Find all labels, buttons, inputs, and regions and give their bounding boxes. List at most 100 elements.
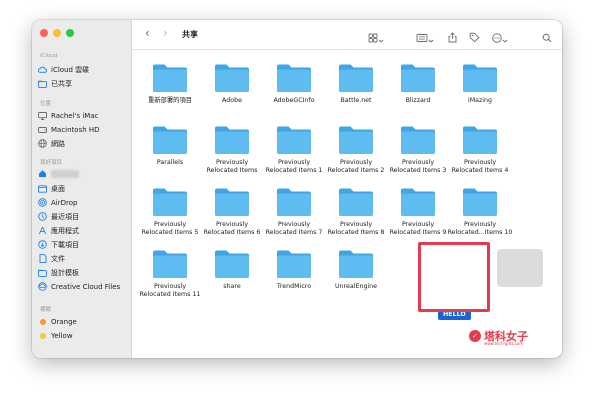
search-button[interactable] bbox=[542, 28, 552, 47]
finder-window: iCloud iCloud 雲碟 已共享 位置 Rachel's iMac Ma… bbox=[32, 20, 562, 358]
folder-item[interactable]: Previously Relocated Items 6 bbox=[201, 186, 263, 237]
sidebar-item-network[interactable]: 網路 bbox=[38, 138, 130, 149]
more-icon bbox=[492, 28, 502, 47]
folder-item[interactable]: AdobeGCInfo bbox=[263, 62, 325, 105]
minimize-button[interactable] bbox=[53, 29, 61, 37]
sidebar-item-imac[interactable]: Rachel's iMac bbox=[38, 110, 130, 121]
back-button[interactable]: ‹ bbox=[145, 26, 150, 40]
folder-label: Previously Relocated Items 2 bbox=[321, 159, 391, 175]
folder-item[interactable]: Adobe bbox=[201, 62, 263, 105]
sidebar-item-downloads[interactable]: 下載項目 bbox=[38, 239, 130, 250]
folder-label: Previously Relocated Items 5 bbox=[135, 221, 205, 237]
folder-item[interactable]: Previously Relocated Items 2 bbox=[325, 124, 387, 175]
folder-item[interactable]: Previously Relocated Items 11 bbox=[139, 248, 201, 299]
sidebar-item-macintosh-hd[interactable]: Macintosh HD bbox=[38, 124, 130, 135]
sidebar-item-home[interactable] bbox=[38, 168, 130, 179]
folder-label: Previously Relocated Items bbox=[197, 159, 267, 175]
folder-item[interactable]: 重新部署的項目 bbox=[139, 62, 201, 105]
sidebar-item-label: Yellow bbox=[51, 331, 73, 340]
folder-item[interactable]: Previously Relocated Items 9 bbox=[387, 186, 449, 237]
sidebar-item-creative-cloud[interactable]: Creative Cloud Files bbox=[38, 281, 130, 292]
disk-icon bbox=[38, 125, 47, 134]
sidebar-section-icloud: iCloud bbox=[40, 53, 58, 59]
folder-icon bbox=[463, 126, 497, 154]
sidebar-item-label: 已共享 bbox=[51, 79, 72, 88]
folder-icon bbox=[215, 188, 249, 216]
folder-label-line: Previously bbox=[153, 221, 187, 228]
folder-label-line: Relocated Items 8 bbox=[327, 229, 385, 236]
folder-label: Previously Relocated...Items 10 bbox=[445, 221, 515, 237]
sidebar-item-applications[interactable]: 應用程式 bbox=[38, 225, 130, 236]
folder-item[interactable]: Previously Relocated Items 4 bbox=[449, 124, 511, 175]
cloud-icon bbox=[38, 65, 47, 74]
share-button[interactable] bbox=[448, 28, 457, 47]
window-title: 共享 bbox=[182, 30, 198, 39]
sidebar-section-favorites: 喜好項目 bbox=[40, 160, 63, 166]
sidebar-item-shared[interactable]: 已共享 bbox=[38, 78, 130, 89]
sidebar-section-locations: 位置 bbox=[40, 101, 52, 107]
folder-label-line: Previously bbox=[339, 159, 373, 166]
folder-label: Adobe bbox=[197, 97, 267, 105]
sidebar-item-design-templates[interactable]: 設計模板 bbox=[38, 267, 130, 278]
folder-label: Battle.net bbox=[321, 97, 391, 105]
folder-item[interactable]: Previously Relocated Items 7 bbox=[263, 186, 325, 237]
download-icon bbox=[38, 240, 47, 249]
folder-label-line: Relocated Items 5 bbox=[141, 229, 199, 236]
folder-label: Previously Relocated Items 7 bbox=[259, 221, 329, 237]
folder-label-line: Relocated Items 1 bbox=[265, 167, 323, 174]
creative-cloud-icon bbox=[38, 282, 47, 291]
folder-icon bbox=[401, 188, 435, 216]
sidebar-item-airdrop[interactable]: AirDrop bbox=[38, 197, 130, 208]
folder-item[interactable]: share bbox=[201, 248, 263, 291]
sidebar-item-documents[interactable]: 文件 bbox=[38, 253, 130, 264]
folder-icon bbox=[463, 64, 497, 92]
close-button[interactable] bbox=[40, 29, 48, 37]
folder-item[interactable]: Previously Relocated...Items 10 bbox=[448, 186, 512, 237]
folder-item[interactable]: Previously Relocated Items 8 bbox=[325, 186, 387, 237]
forward-button[interactable]: › bbox=[163, 26, 168, 40]
folder-label: Previously Relocated Items 11 bbox=[135, 283, 205, 299]
folder-item[interactable]: Previously Relocated Items bbox=[201, 124, 263, 175]
folder-icon bbox=[401, 64, 435, 92]
group-button[interactable] bbox=[416, 28, 434, 47]
folder-item[interactable]: TrendMicro bbox=[263, 248, 325, 291]
imac-icon bbox=[38, 111, 47, 120]
folder-icon bbox=[153, 188, 187, 216]
sidebar-item-icloud-drive[interactable]: iCloud 雲碟 bbox=[38, 64, 130, 75]
folder-label-line: Previously bbox=[463, 221, 497, 228]
sidebar-item-label: 桌面 bbox=[51, 184, 65, 193]
folder-label-line: UnrealEngine bbox=[334, 283, 378, 290]
sidebar-item-label: 網路 bbox=[51, 139, 65, 148]
sidebar-tag-yellow[interactable]: Yellow bbox=[38, 330, 130, 341]
more-actions-button[interactable] bbox=[492, 28, 508, 47]
view-mode-button[interactable] bbox=[368, 28, 384, 47]
zoom-button[interactable] bbox=[66, 29, 74, 37]
folder-icon bbox=[215, 126, 249, 154]
folder-item[interactable]: iMazing bbox=[449, 62, 511, 105]
folder-label: Previously Relocated Items 9 bbox=[383, 221, 453, 237]
folder-item[interactable]: Blizzard bbox=[387, 62, 449, 105]
folder-item[interactable]: Previously Relocated Items 1 bbox=[263, 124, 325, 175]
folder-item[interactable]: Previously Relocated Items 5 bbox=[139, 186, 201, 237]
folder-icon bbox=[339, 126, 373, 154]
folder-icon bbox=[153, 126, 187, 154]
sidebar-item-desktop[interactable]: 桌面 bbox=[38, 183, 130, 194]
folder-label-line: Relocated Items 4 bbox=[451, 167, 509, 174]
folder-label: Previously Relocated Items 4 bbox=[445, 159, 515, 175]
sidebar-item-recents[interactable]: 最近項目 bbox=[38, 211, 130, 222]
folder-icon bbox=[153, 64, 187, 92]
folder-item[interactable]: UnrealEngine bbox=[325, 248, 387, 291]
tag-button[interactable] bbox=[469, 28, 480, 47]
folder-item[interactable]: Parallels bbox=[139, 124, 201, 167]
folder-label-line: Relocated Items bbox=[206, 167, 258, 174]
folder-label: Parallels bbox=[135, 159, 205, 167]
folder-icon bbox=[153, 250, 187, 278]
sidebar-tag-orange[interactable]: Orange bbox=[38, 316, 130, 327]
folder-item[interactable]: Previously Relocated Items 3 bbox=[387, 124, 449, 175]
folder-grid: 重新部署的項目 Adobe AdobeGCInfo Battle.net Blizzar… bbox=[133, 51, 562, 358]
sidebar-item-label: 最近項目 bbox=[51, 212, 79, 221]
folder-item[interactable]: Battle.net bbox=[325, 62, 387, 105]
globe-icon bbox=[38, 139, 47, 148]
selected-folder-highlight bbox=[497, 249, 543, 287]
sidebar-item-label: AirDrop bbox=[51, 198, 78, 207]
